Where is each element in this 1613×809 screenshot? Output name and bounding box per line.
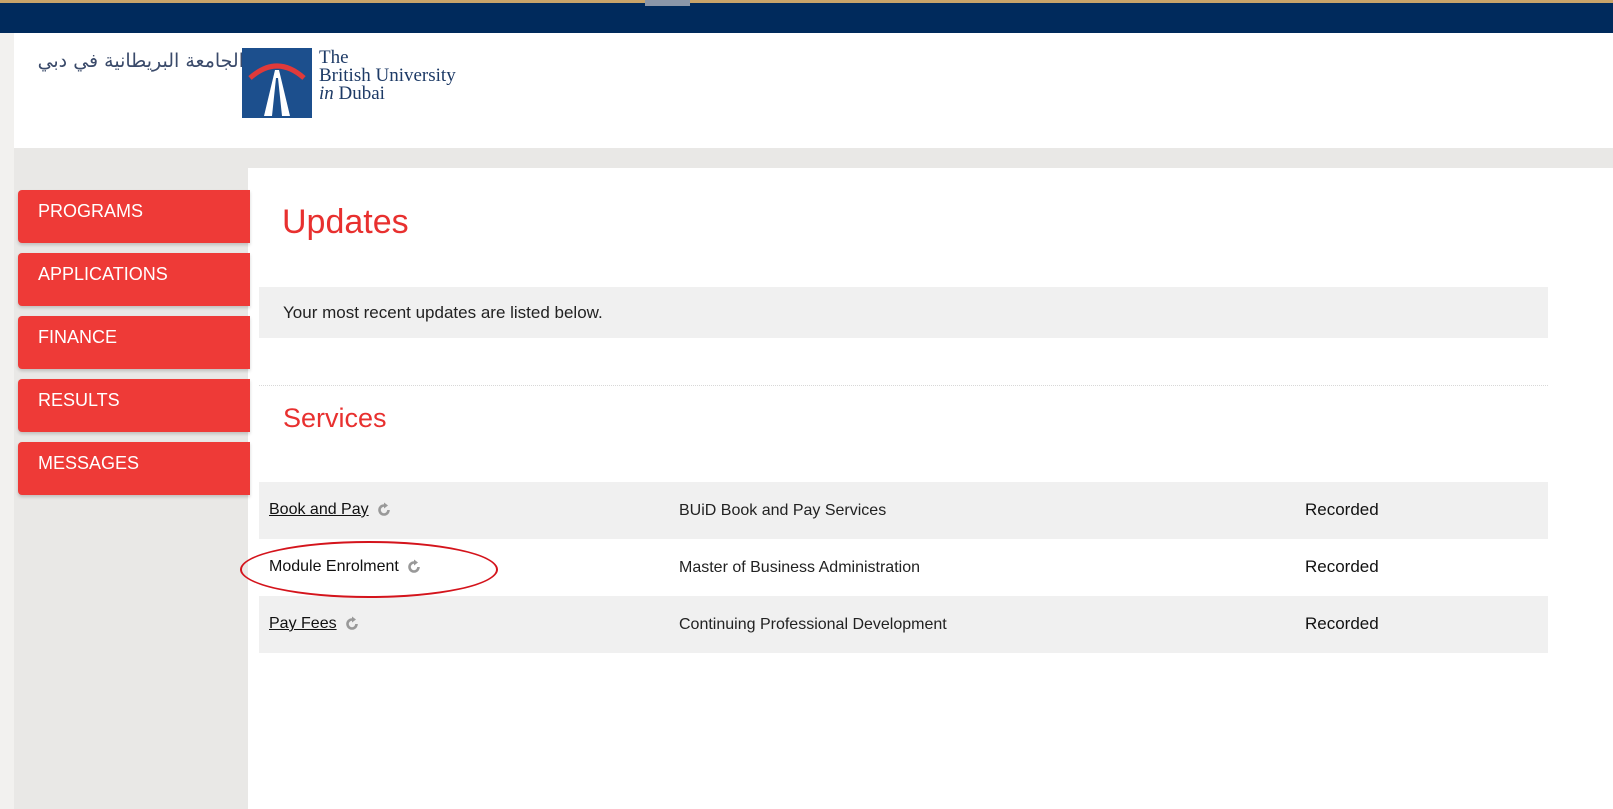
service-name-cell: Module Enrolment (269, 557, 422, 577)
sidebar-item-label: APPLICATIONS (38, 264, 168, 284)
service-description: BUiD Book and Pay Services (679, 502, 887, 519)
left-strip (0, 33, 14, 809)
table-row: Book and Pay BUiD Book and Pay Services … (259, 482, 1548, 539)
refresh-icon[interactable] (406, 559, 422, 575)
sidebar-item-messages[interactable]: MESSAGES (18, 442, 250, 495)
header: الجامعة البريطانية في دبي The British Un… (14, 33, 1613, 148)
sidebar-item-label: MESSAGES (38, 453, 140, 473)
book-and-pay-link[interactable]: Book and Pay (269, 500, 369, 520)
sidebar-nav: PROGRAMS APPLICATIONS FINANCE RESULTS ME… (18, 190, 250, 505)
top-bar-tab-marker (645, 0, 690, 6)
sidebar-item-finance[interactable]: FINANCE (18, 316, 250, 369)
sidebar-item-applications[interactable]: APPLICATIONS (18, 253, 250, 306)
services-title: Services (283, 403, 387, 433)
service-name-cell: Pay Fees (269, 614, 360, 634)
pay-fees-link[interactable]: Pay Fees (269, 614, 337, 634)
top-bar (0, 0, 1613, 33)
sidebar-item-label: FINANCE (38, 327, 118, 347)
refresh-icon[interactable] (376, 502, 392, 518)
section-divider (259, 385, 1548, 386)
table-row: Module Enrolment Master of Business Admi… (259, 539, 1548, 596)
page-title: Updates (282, 203, 409, 241)
service-status: Recorded (1305, 500, 1379, 519)
service-description: Master of Business Administration (679, 559, 920, 576)
sidebar-item-label: RESULTS (38, 390, 120, 410)
service-status: Recorded (1305, 614, 1379, 633)
service-description: Continuing Professional Development (679, 616, 947, 633)
logo-line-in: in (319, 83, 334, 104)
sidebar-item-label: PROGRAMS (38, 201, 144, 221)
logo-arabic-text: الجامعة البريطانية في دبي (37, 50, 244, 72)
refresh-icon[interactable] (344, 616, 360, 632)
sidebar-item-results[interactable]: RESULTS (18, 379, 250, 432)
sidebar-item-programs[interactable]: PROGRAMS (18, 190, 250, 243)
services-table: Book and Pay BUiD Book and Pay Services … (259, 482, 1548, 653)
service-name-cell: Book and Pay (269, 500, 392, 520)
logo-line-dubai-word: Dubai (333, 83, 385, 104)
updates-info-box: Your most recent updates are listed belo… (259, 287, 1548, 338)
table-row: Pay Fees Continuing Professional Develop… (259, 596, 1548, 653)
service-status: Recorded (1305, 557, 1379, 576)
logo-text: The British University in Dubai (319, 48, 456, 104)
logo-line-dubai: in Dubai (319, 83, 456, 104)
top-bar-edge (0, 0, 1613, 3)
university-logo-icon (242, 48, 312, 118)
module-enrolment-label: Module Enrolment (269, 558, 399, 575)
